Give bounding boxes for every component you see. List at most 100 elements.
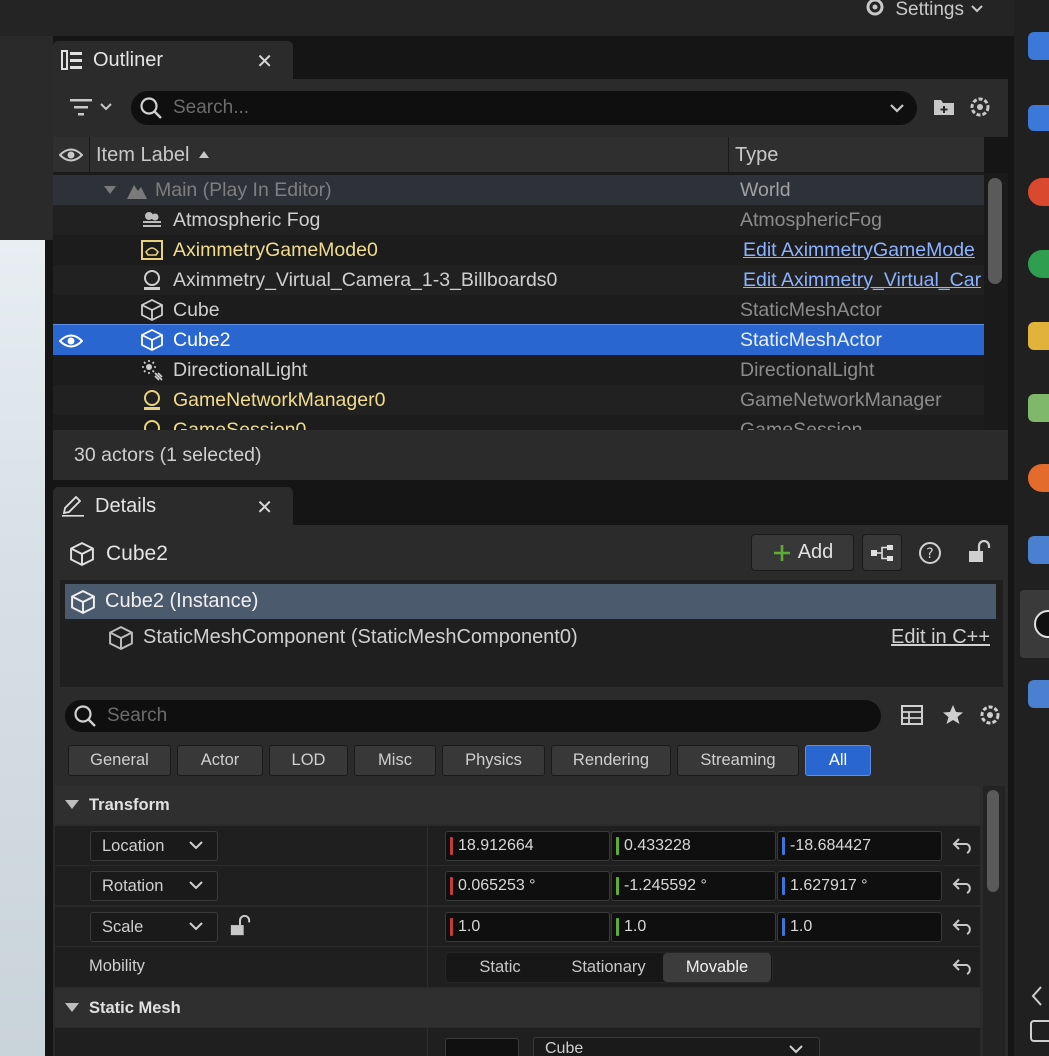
- location-y-input[interactable]: 0.433228: [611, 831, 776, 861]
- outliner-row[interactable]: GameSession0 GameSession: [53, 415, 984, 430]
- outliner-row[interactable]: GameNetworkManager0 GameNetworkManager: [53, 385, 984, 415]
- location-x-input[interactable]: 18.912664: [445, 831, 610, 861]
- column-item-label[interactable]: Item Label: [96, 144, 189, 167]
- scale-y-input[interactable]: 1.0: [611, 912, 776, 942]
- filter-actor[interactable]: Actor: [177, 745, 263, 776]
- actor-count: 30 actors (1 selected): [74, 443, 262, 466]
- tab-details[interactable]: Details ✕: [53, 487, 293, 525]
- filter-lod[interactable]: LOD: [269, 745, 348, 776]
- details-scrollbar[interactable]: [987, 790, 999, 892]
- taskbar-tray-icon[interactable]: [1030, 1020, 1049, 1042]
- taskbar-app-icon[interactable]: [1028, 105, 1049, 131]
- location-z-input[interactable]: -18.684427: [777, 831, 942, 861]
- location-z-value: -18.684427: [790, 837, 871, 854]
- outliner-row-world[interactable]: Main (Play In Editor) World: [53, 175, 984, 205]
- edit-blueprint-link[interactable]: Edit Aximmetry_Virtual_Car: [743, 269, 981, 292]
- help-icon[interactable]: ?: [918, 541, 942, 565]
- taskbar-app-icon[interactable]: [1028, 680, 1049, 708]
- details-search-input[interactable]: Search: [65, 700, 881, 732]
- viewport-scene[interactable]: [0, 240, 45, 1056]
- rotation-x-input[interactable]: 0.065253 °: [445, 871, 610, 901]
- column-type[interactable]: Type: [735, 144, 778, 167]
- location-dropdown[interactable]: Location: [90, 831, 218, 861]
- taskbar-active-slot[interactable]: [1020, 590, 1049, 658]
- filter-all[interactable]: All: [805, 745, 871, 776]
- outliner-row[interactable]: Cube StaticMeshActor: [53, 295, 984, 325]
- filter-streaming[interactable]: Streaming: [677, 745, 799, 776]
- filter-misc[interactable]: Misc: [354, 745, 436, 776]
- row-label: GameSession0: [173, 418, 307, 431]
- chevron-down-icon: [970, 5, 984, 15]
- star-icon[interactable]: [941, 703, 965, 727]
- category-static-mesh[interactable]: Static Mesh: [55, 989, 980, 1027]
- collapse-triangle-icon: [65, 1003, 79, 1012]
- taskbar-browser-icon[interactable]: [1028, 250, 1049, 278]
- component-root-label: Cube2 (Instance): [105, 590, 259, 612]
- outliner-search-input[interactable]: Search...: [131, 91, 917, 125]
- eye-icon[interactable]: [59, 145, 83, 165]
- row-type: StaticMeshActor: [740, 298, 882, 321]
- expand-triangle-icon[interactable]: [103, 185, 117, 195]
- actor-name[interactable]: Cube2: [106, 542, 168, 566]
- edit-blueprint-link[interactable]: Edit AximmetryGameMode: [743, 239, 975, 262]
- tab-outliner[interactable]: Outliner ✕: [53, 41, 293, 79]
- component-child-row[interactable]: StaticMeshComponent (StaticMeshComponent…: [65, 620, 996, 654]
- outliner-scrollbar[interactable]: [988, 178, 1002, 284]
- rotation-z-input[interactable]: 1.627917 °: [777, 871, 942, 901]
- gear-icon[interactable]: [978, 703, 1002, 727]
- scale-x-input[interactable]: 1.0: [445, 912, 610, 942]
- mobility-option-stationary[interactable]: Stationary: [554, 953, 663, 982]
- filter-rendering[interactable]: Rendering: [551, 745, 671, 776]
- scale-z-input[interactable]: 1.0: [777, 912, 942, 942]
- chevron-left-icon[interactable]: [1030, 985, 1044, 1007]
- reset-arrow-icon[interactable]: [952, 917, 974, 935]
- reset-arrow-icon[interactable]: [952, 836, 974, 854]
- close-icon[interactable]: ✕: [256, 49, 273, 74]
- outliner-row[interactable]: AximmetryGameMode0 Edit AximmetryGameMod…: [53, 235, 984, 265]
- mesh-thumbnail[interactable]: [445, 1038, 519, 1056]
- mobility-option-static[interactable]: Static: [446, 953, 554, 982]
- taskbar-app-icon[interactable]: [1028, 32, 1049, 60]
- unlock-icon[interactable]: [967, 540, 991, 564]
- chevron-down-icon[interactable]: [889, 103, 905, 114]
- filter-physics[interactable]: Physics: [442, 745, 545, 776]
- taskbar-app-icon[interactable]: [1028, 536, 1049, 564]
- settings-button[interactable]: Settings: [861, 0, 984, 20]
- outliner-status-bar: 30 actors (1 selected): [53, 430, 1008, 480]
- scale-dropdown[interactable]: Scale: [90, 912, 218, 942]
- unlock-icon[interactable]: [229, 915, 251, 937]
- static-mesh-dropdown[interactable]: Cube: [533, 1037, 820, 1056]
- component-root-row[interactable]: Cube2 (Instance): [65, 584, 996, 619]
- category-transform[interactable]: Transform: [55, 786, 980, 824]
- taskbar-folder-icon[interactable]: [1028, 322, 1049, 350]
- reset-arrow-icon[interactable]: [952, 876, 974, 894]
- row-type: GameSession: [740, 418, 863, 431]
- property-location: Location 18.912664 0.433228 -18.684427: [55, 826, 980, 866]
- add-folder-icon[interactable]: [932, 95, 956, 119]
- outliner-row[interactable]: Atmospheric Fog AtmosphericFog: [53, 205, 984, 235]
- rotation-dropdown[interactable]: Rotation: [90, 871, 218, 901]
- blueprint-hierarchy-button[interactable]: [862, 534, 902, 571]
- taskbar-image-icon[interactable]: [1028, 394, 1049, 422]
- edit-in-cpp-link[interactable]: Edit in C++: [891, 626, 990, 649]
- outliner-icon: [61, 49, 83, 71]
- outliner-row[interactable]: Aximmetry_Virtual_Camera_1-3_Billboards0…: [53, 265, 984, 295]
- mobility-option-movable[interactable]: Movable: [663, 953, 771, 982]
- reset-arrow-icon[interactable]: [952, 957, 974, 975]
- gear-icon[interactable]: [968, 95, 992, 119]
- filter-general[interactable]: General: [68, 745, 171, 776]
- outliner-row[interactable]: DirectionalLight DirectionalLight: [53, 355, 984, 385]
- outliner-row-selected[interactable]: Cube2 StaticMeshActor: [53, 324, 984, 356]
- close-icon[interactable]: ✕: [256, 495, 273, 520]
- cube-icon: [141, 299, 163, 321]
- taskbar-app-icon[interactable]: [1028, 464, 1049, 492]
- filter-button[interactable]: [69, 97, 113, 117]
- collapse-triangle-icon: [65, 800, 79, 809]
- add-component-button[interactable]: Add: [751, 534, 854, 571]
- settings-label: Settings: [895, 0, 964, 20]
- taskbar-browser-icon[interactable]: [1028, 178, 1049, 206]
- eye-icon[interactable]: [59, 331, 83, 351]
- search-icon: [139, 96, 163, 120]
- table-view-icon[interactable]: [900, 704, 924, 726]
- rotation-y-input[interactable]: -1.245592 °: [611, 871, 776, 901]
